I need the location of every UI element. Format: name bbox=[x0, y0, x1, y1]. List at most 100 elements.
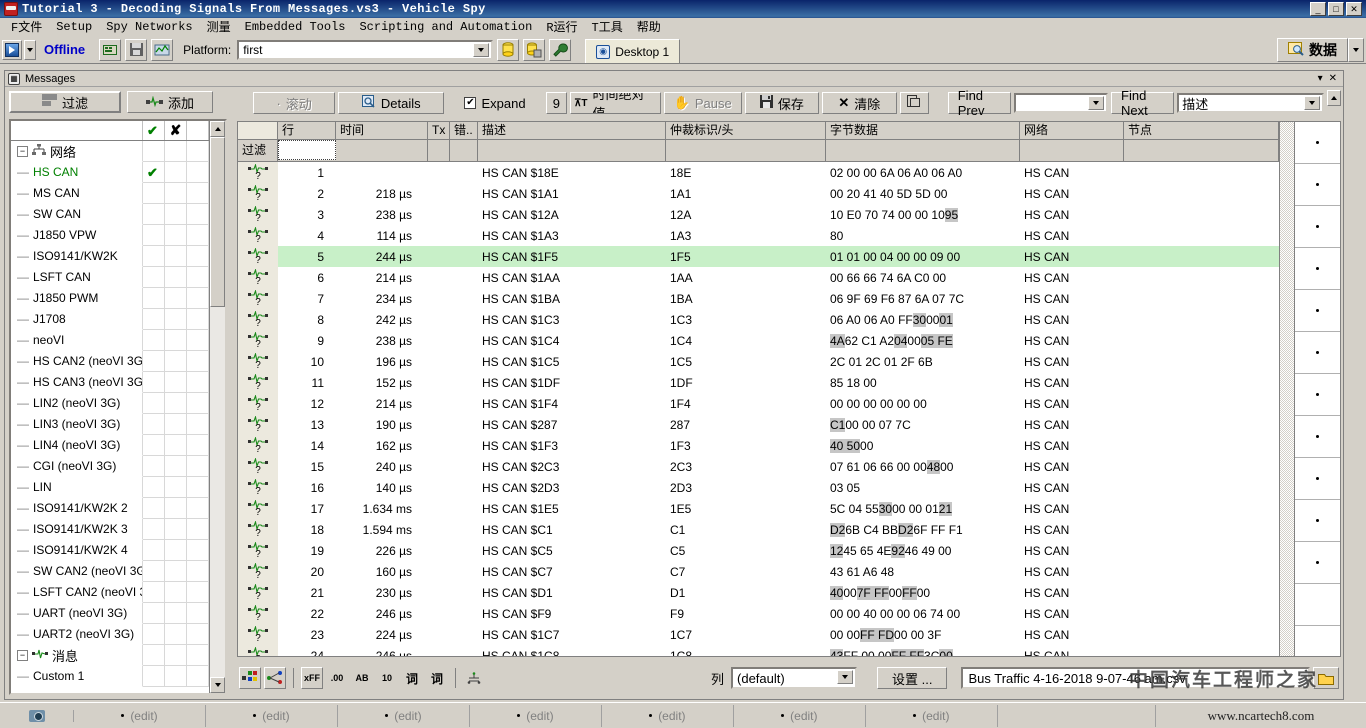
tree-cell[interactable] bbox=[165, 519, 187, 540]
table-row[interactable]: ? 18 1.594 ms HS CAN $C1 C1 D2 6B C4 BB D2 6F… bbox=[238, 519, 1279, 540]
tree-enable-checkbox[interactable] bbox=[143, 624, 165, 645]
scroll-up-icon[interactable] bbox=[210, 121, 225, 137]
tree-enable-checkbox[interactable] bbox=[143, 456, 165, 477]
rail-cell[interactable] bbox=[1295, 122, 1340, 164]
tree-cell[interactable] bbox=[165, 204, 187, 225]
tree-expander-icon[interactable]: − bbox=[17, 649, 28, 661]
rail-cell[interactable] bbox=[1295, 458, 1340, 500]
tree-cell[interactable] bbox=[187, 141, 209, 162]
network-map-icon[interactable] bbox=[264, 667, 286, 689]
tree-enable-checkbox[interactable] bbox=[143, 435, 165, 456]
tree-cell[interactable] bbox=[187, 435, 209, 456]
count-button[interactable]: 9 bbox=[545, 92, 568, 114]
table-row[interactable]: ? 6 214 µs HS CAN $1AA 1AA 00 66 66 74 6A C0 … bbox=[238, 267, 1279, 288]
log-file-input[interactable]: Bus Traffic 4-16-2018 9-07-46 am.csv bbox=[961, 667, 1310, 689]
logging-icon[interactable] bbox=[151, 38, 174, 61]
tree-item-hs-can[interactable]: — HS CAN bbox=[11, 162, 209, 183]
grid-header-error[interactable]: 错.. bbox=[450, 122, 478, 139]
run-button[interactable] bbox=[2, 39, 22, 60]
format-word2-button[interactable]: 词 bbox=[426, 667, 448, 689]
grid-filter-bytes[interactable] bbox=[826, 140, 1020, 161]
status-cell-7[interactable]: (edit) bbox=[866, 704, 998, 727]
run-dropdown-arrow-icon[interactable] bbox=[24, 39, 36, 60]
database-icon[interactable] bbox=[497, 38, 520, 61]
save-button[interactable]: 保存 bbox=[744, 92, 820, 114]
tree-cell[interactable] bbox=[187, 330, 209, 351]
tree-cell[interactable] bbox=[165, 225, 187, 246]
messages-minimize-icon[interactable]: ▾ bbox=[1318, 73, 1323, 84]
menu-spy-networks[interactable]: Spy Networks bbox=[99, 19, 199, 35]
table-row[interactable]: ? 19 226 µs HS CAN $C5 C5 12 45 65 4E 92 46 4… bbox=[238, 540, 1279, 561]
tree-enable-checkbox[interactable] bbox=[143, 267, 165, 288]
table-row[interactable]: ? 1 HS CAN $18E 18E 02 00 00 6A 06 A0 06 A0 H… bbox=[238, 162, 1279, 183]
rail-cell[interactable] bbox=[1295, 374, 1340, 416]
tree-cell[interactable] bbox=[165, 435, 187, 456]
tree-item-sw-can2-neovi-3g[interactable]: — SW CAN2 (neoVI 3G) bbox=[11, 561, 209, 582]
rail-cell[interactable] bbox=[1295, 584, 1340, 626]
tree-enable-checkbox[interactable] bbox=[143, 225, 165, 246]
find-chevron-down-icon[interactable] bbox=[1088, 96, 1105, 110]
tree-cell[interactable] bbox=[165, 582, 187, 603]
tree-cell[interactable] bbox=[187, 372, 209, 393]
tree-cell[interactable] bbox=[165, 624, 187, 645]
table-row[interactable]: ? 23 224 µs HS CAN $1C7 1C7 00 00 FF FD 00 00… bbox=[238, 624, 1279, 645]
rail-cell[interactable] bbox=[1295, 290, 1340, 332]
format-base10-button[interactable]: 10 bbox=[376, 667, 398, 689]
tree-item-neovi[interactable]: — neoVI bbox=[11, 330, 209, 351]
tree-cell[interactable] bbox=[165, 666, 187, 687]
copy-button[interactable] bbox=[899, 92, 929, 114]
tree-item-[interactable]: − 网络 bbox=[11, 141, 209, 162]
grid-header-bytes[interactable]: 字节数据 bbox=[826, 122, 1020, 139]
table-row[interactable]: ? 14 162 µs HS CAN $1F3 1F3 40 50 00 HS CAN bbox=[238, 435, 1279, 456]
menu-scripting[interactable]: Scripting and Automation bbox=[352, 19, 539, 35]
tree-item-cgi-neovi-3g[interactable]: — CGI (neoVI 3G) bbox=[11, 456, 209, 477]
pause-button[interactable]: ✋ Pause bbox=[663, 92, 742, 114]
status-cell-4[interactable]: (edit) bbox=[470, 704, 602, 727]
tree-item-sw-can[interactable]: — SW CAN bbox=[11, 204, 209, 225]
tree-enable-checkbox[interactable] bbox=[143, 519, 165, 540]
table-row[interactable]: ? 24 246 µs HS CAN $1C8 1C8 43 FF 00 00 FF FF… bbox=[238, 645, 1279, 656]
grid-header-arbid[interactable]: 仲裁标识/头 bbox=[666, 122, 826, 139]
tree-cell[interactable] bbox=[165, 267, 187, 288]
status-cell-2[interactable]: (edit) bbox=[206, 704, 338, 727]
tree-cell[interactable] bbox=[187, 666, 209, 687]
table-row[interactable]: ? 15 240 µs HS CAN $2C3 2C3 07 61 06 66 00 00… bbox=[238, 456, 1279, 477]
chevron-down-icon[interactable] bbox=[473, 42, 490, 57]
tree-cell[interactable] bbox=[187, 624, 209, 645]
expand-checkbox[interactable]: ✔ Expand bbox=[447, 92, 543, 114]
status-cell-6[interactable]: (edit) bbox=[734, 704, 866, 727]
tree-cell[interactable] bbox=[165, 477, 187, 498]
grid-vertical-scrollbar[interactable] bbox=[1279, 122, 1294, 656]
tree-cell[interactable] bbox=[187, 309, 209, 330]
rail-cell[interactable] bbox=[1295, 206, 1340, 248]
column-chevron-down-icon[interactable] bbox=[837, 670, 854, 684]
grid-filter-time[interactable] bbox=[336, 140, 428, 161]
status-cell-1[interactable]: (edit) bbox=[74, 704, 206, 727]
tree-cell[interactable] bbox=[165, 309, 187, 330]
find-field-select[interactable]: 描述 bbox=[1177, 93, 1324, 113]
close-button[interactable]: ✕ bbox=[1346, 2, 1362, 16]
column-select[interactable]: (default) bbox=[731, 667, 858, 689]
tree-cell[interactable] bbox=[165, 603, 187, 624]
signal-tree-icon[interactable] bbox=[463, 667, 485, 689]
tree-cell[interactable] bbox=[187, 267, 209, 288]
tree-expander-icon[interactable]: − bbox=[17, 145, 28, 157]
tree-item-j1850-vpw[interactable]: — J1850 VPW bbox=[11, 225, 209, 246]
tree-enable-checkbox[interactable] bbox=[143, 393, 165, 414]
tree-item-j1850-pwm[interactable]: — J1850 PWM bbox=[11, 288, 209, 309]
tree-item-ms-can[interactable]: — MS CAN bbox=[11, 183, 209, 204]
network-tree-scrollbar[interactable] bbox=[209, 121, 225, 693]
rail-cell[interactable] bbox=[1295, 626, 1340, 656]
tree-cell[interactable] bbox=[187, 603, 209, 624]
open-vs3-icon[interactable] bbox=[99, 38, 122, 61]
format-word-button[interactable]: 词 bbox=[401, 667, 423, 689]
tree-enable-checkbox[interactable] bbox=[143, 246, 165, 267]
tree-cell[interactable] bbox=[187, 204, 209, 225]
tree-enable-checkbox[interactable] bbox=[143, 666, 165, 687]
tree-enable-checkbox[interactable] bbox=[143, 162, 165, 183]
rail-cell[interactable] bbox=[1295, 164, 1340, 206]
scrollbar-track[interactable] bbox=[210, 307, 225, 677]
tree-cell[interactable] bbox=[165, 162, 187, 183]
tree-cell[interactable] bbox=[165, 561, 187, 582]
grid-filter-network[interactable] bbox=[1020, 140, 1124, 161]
